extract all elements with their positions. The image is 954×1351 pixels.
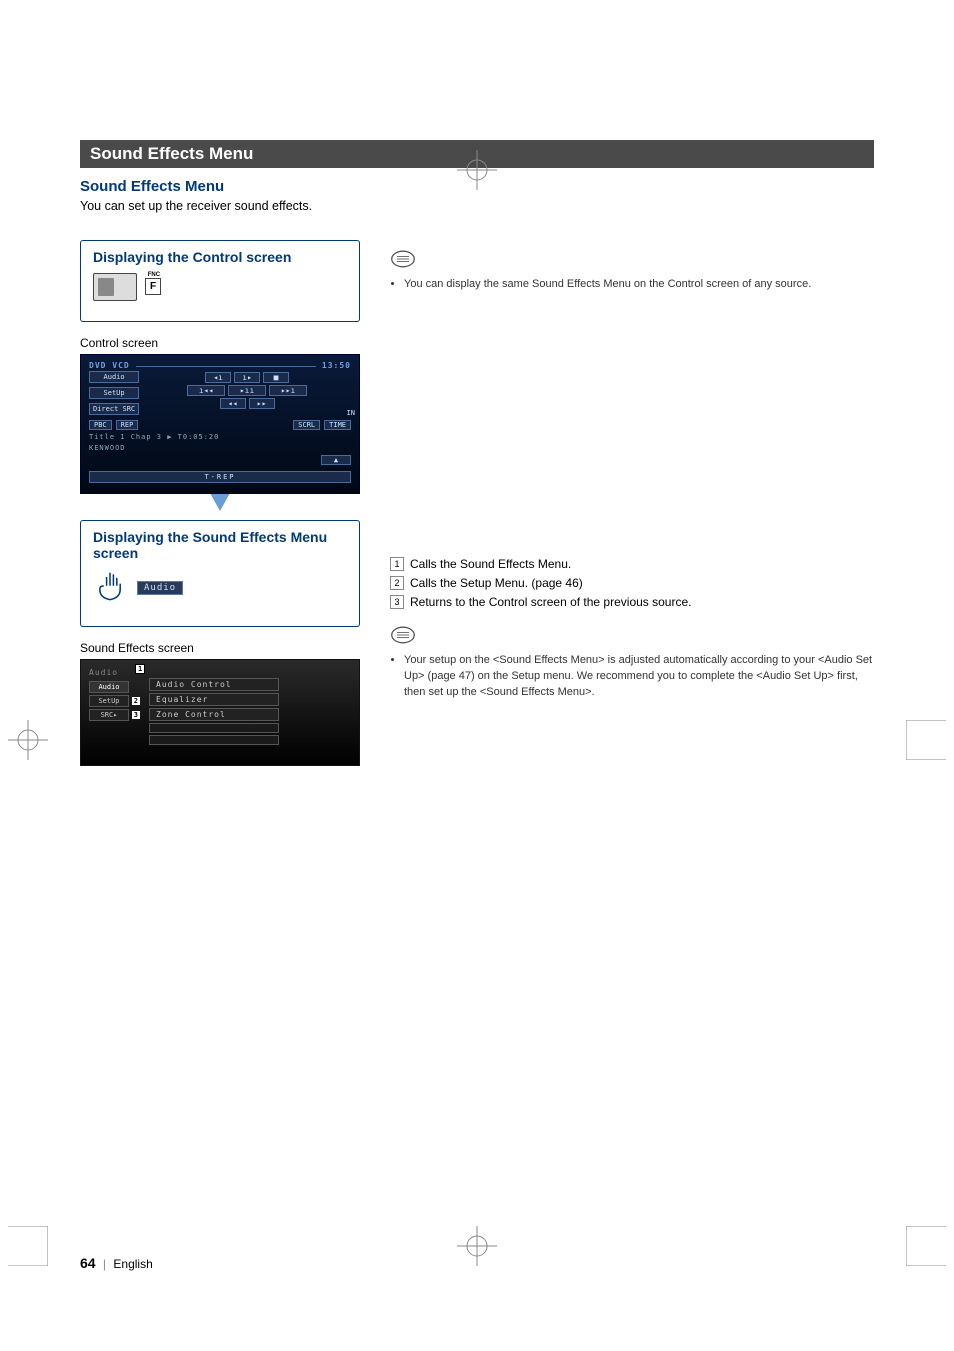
tab-setup[interactable]: SetUp 2 (89, 695, 129, 707)
footer-separator: | (103, 1257, 106, 1271)
screen-clock: 13:50 (322, 361, 351, 370)
crop-mark-left (8, 720, 48, 765)
menu-equalizer[interactable]: Equalizer (149, 693, 279, 706)
fnc-button[interactable]: FNC F (145, 278, 161, 295)
direct-src-button[interactable]: Direct SRC (89, 403, 139, 415)
right-column: You can display the same Sound Effects M… (390, 240, 874, 766)
list-num-3: 3 (390, 595, 404, 609)
step-back-button[interactable]: ◂ı (205, 372, 231, 383)
track-info-line: Title 1 Chap 3 ▶ T0:05:20 (89, 433, 351, 441)
note-1-text: You can display the same Sound Effects M… (404, 277, 874, 293)
eject-button[interactable]: ▲ (321, 455, 351, 465)
box-control-screen: Displaying the Control screen FNC F (80, 240, 360, 322)
box2-title: Displaying the Sound Effects Menu screen (93, 529, 347, 561)
left-column: Displaying the Control screen FNC F Cont… (80, 240, 360, 766)
down-arrow-icon (80, 493, 360, 520)
screen-source-label: DVD VCD (89, 361, 130, 370)
brand-line: KENWOOD (89, 444, 351, 452)
audio-touch-button[interactable]: Audio (137, 581, 183, 595)
page-number: 64 (80, 1255, 96, 1271)
list-num-2: 2 (390, 576, 404, 590)
setup-side-button[interactable]: SetUp (89, 387, 139, 399)
manual-page: Sound Effects Menu Sound Effects Menu Yo… (0, 0, 954, 1351)
list-num-1: 1 (390, 557, 404, 571)
pbc-indicator: PBC (89, 420, 112, 430)
touch-hand-icon (93, 569, 127, 608)
note-1: You can display the same Sound Effects M… (390, 277, 874, 293)
footer-language: English (113, 1257, 152, 1271)
screen2-header: Audio (89, 668, 129, 677)
list-text-2: Calls the Setup Menu. (page 46) (410, 574, 583, 593)
note-2: Your setup on the <Sound Effects Menu> i… (390, 653, 874, 701)
registration-mark-bottom (457, 1226, 497, 1271)
box1-title: Displaying the Control screen (93, 249, 347, 265)
note-2-text: Your setup on the <Sound Effects Menu> i… (404, 653, 874, 701)
time-indicator: TIME (324, 420, 351, 430)
menu-zone-control[interactable]: Zone Control (149, 708, 279, 721)
list-text-1: Calls the Sound Effects Menu. (410, 555, 571, 574)
callout-list: 1 Calls the Sound Effects Menu. 2 Calls th… (390, 555, 874, 613)
callout-2: 2 (132, 697, 140, 705)
play-pause-button[interactable]: ▸ıı (228, 385, 266, 396)
control-screen: DVD VCD 13:50 Audio SetUp Direct SRC ◂ı … (80, 354, 360, 494)
menu-audio-control[interactable]: Audio Control (149, 678, 279, 691)
fast-fwd-button[interactable]: ▸▸ (249, 398, 275, 409)
crop-mark-right (906, 720, 946, 765)
crop-mark-bottom-right (906, 1226, 946, 1271)
registration-mark-top (457, 150, 497, 195)
crop-mark-bottom-left (8, 1226, 48, 1271)
menu-empty-1 (149, 723, 279, 733)
tab-src[interactable]: SRC▸ 3 (89, 709, 129, 721)
stop-button[interactable]: ■ (263, 372, 289, 383)
callout-3: 3 (132, 711, 140, 719)
step-fwd-button[interactable]: ı▸ (234, 372, 260, 383)
sound-effects-screen-caption: Sound Effects screen (80, 641, 360, 655)
rewind-button[interactable]: ◂◂ (220, 398, 246, 409)
trep-bar[interactable]: T-REP (89, 471, 351, 483)
device-icon (93, 273, 137, 301)
note-icon (390, 248, 874, 275)
fnc-label: F (150, 281, 156, 292)
scrl-indicator: SCRL (293, 420, 320, 430)
in-label: IN (347, 409, 355, 417)
note-icon-2 (390, 624, 874, 651)
fnc-small-label: FNC (148, 272, 160, 278)
control-screen-caption: Control screen (80, 336, 360, 350)
section-body: You can set up the receiver sound effect… (80, 197, 874, 216)
callout-1: 1 (135, 664, 145, 674)
audio-side-button[interactable]: Audio (89, 371, 139, 383)
list-text-3: Returns to the Control screen of the pre… (410, 593, 691, 612)
faceplate-row: FNC F (93, 273, 347, 301)
rep-indicator: REP (116, 420, 139, 430)
page-footer: 64 | English (80, 1255, 153, 1271)
menu-empty-2 (149, 735, 279, 745)
prev-track-button[interactable]: ı◂◂ (187, 385, 225, 396)
sound-effects-screen: Audio Audio SetUp 2 SRC▸ 3 1 Audio Contr… (80, 659, 360, 766)
box-sound-effects-menu: Displaying the Sound Effects Menu screen… (80, 520, 360, 627)
tab-audio[interactable]: Audio (89, 681, 129, 693)
next-track-button[interactable]: ▸▸ı (269, 385, 307, 396)
